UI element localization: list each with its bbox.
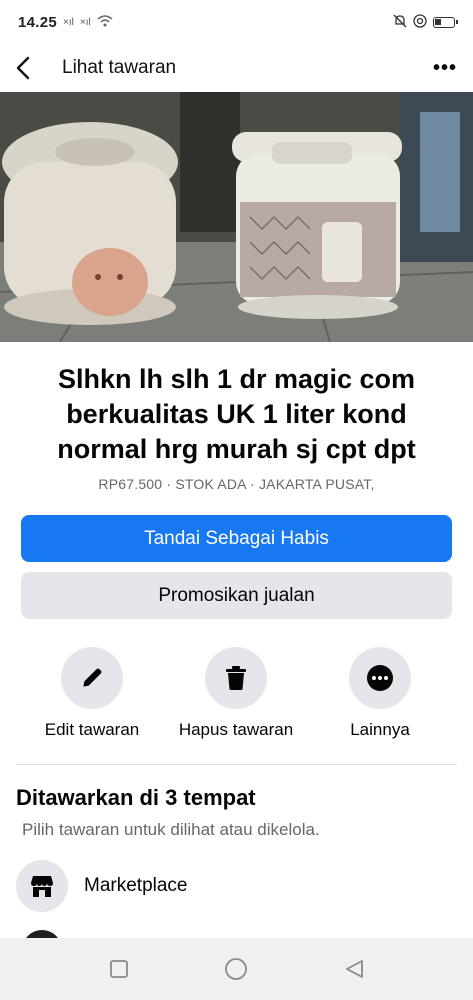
recents-button[interactable] [99,949,139,989]
trash-icon [226,666,246,690]
wifi-icon [97,14,113,30]
status-bar: 14.25 ×ıl ×ıl [0,0,473,44]
more-dots-icon [367,665,393,691]
at-icon [413,13,427,31]
status-left: 14.25 ×ıl ×ıl [18,14,113,31]
triangle-back-icon [346,960,364,978]
listing-title: Slhkn lh slh 1 dr magic com berkualitas … [57,364,416,464]
home-button[interactable] [216,949,256,989]
mute-icon [393,14,407,31]
more-circle [349,647,411,709]
signal-icon-2: ×ıl [79,16,91,28]
promote-listing-button[interactable]: Promosikan jualan [21,572,452,619]
listing-photo [0,92,473,342]
place-row-marketplace[interactable]: Marketplace [16,860,188,912]
action-row: Edit tawaran Hapus tawaran Lainnya [0,647,473,747]
listing-meta: RP67.500 · STOK ADA · JAKARTA PUSAT, [98,476,375,492]
delete-circle [205,647,267,709]
status-right [393,13,458,31]
delete-listing-button[interactable]: Hapus tawaran [161,647,311,740]
square-icon [109,960,128,978]
signal-icon: ×ıl [63,16,74,28]
edit-circle [61,647,123,709]
listing-photo-carousel[interactable] [0,92,473,342]
mark-sold-button[interactable]: Tandai Sebagai Habis [21,515,452,562]
more-options-button[interactable]: ••• [433,57,457,80]
chevron-left-icon [16,56,30,80]
top-app-bar: Lihat tawaran ••• [0,44,473,92]
more-actions-button[interactable]: Lainnya [305,647,455,740]
more-actions-label: Lainnya [350,720,410,739]
place-label-marketplace: Marketplace [84,875,188,896]
offered-section-title: Ditawarkan di 3 tempat [16,785,256,810]
offered-section-subtitle: Pilih tawaran untuk dilihat atau dikelol… [22,820,320,839]
back-button[interactable] [16,52,48,84]
system-nav-bar [0,938,473,1000]
status-time: 14.25 [18,13,58,31]
edit-listing-label: Edit tawaran [44,720,140,739]
marketplace-shop-icon [31,876,53,897]
marketplace-icon-wrap [16,860,68,912]
delete-listing-label: Hapus tawaran [178,720,294,739]
pencil-icon [83,668,102,687]
battery-icon [433,16,458,28]
back-nav-button[interactable] [334,949,374,989]
divider [16,764,457,765]
edit-listing-button[interactable]: Edit tawaran [17,647,167,740]
circle-icon [225,958,248,980]
page-title: Lihat tawaran [62,57,177,78]
